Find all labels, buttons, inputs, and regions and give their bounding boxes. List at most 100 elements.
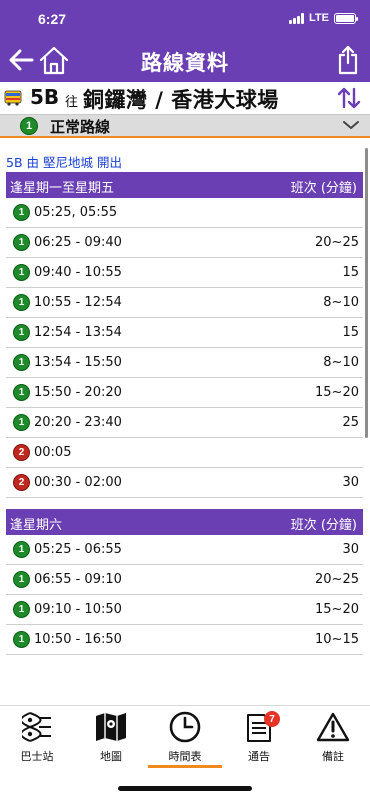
tab-bus-stops[interactable]: 巴士站 bbox=[0, 708, 74, 768]
row-frequency: 10~15 bbox=[315, 632, 359, 647]
section-header-weekdays: 逢星期一至星期五 班次 (分鐘) bbox=[6, 172, 363, 198]
variant-badge: 1 bbox=[13, 601, 30, 618]
timetable-row: 1 12:54 - 13:54 15 bbox=[6, 318, 363, 348]
timetable-row: 1 10:50 - 16:50 10~15 bbox=[6, 625, 363, 655]
warning-icon bbox=[315, 710, 351, 744]
row-frequency: 30 bbox=[342, 542, 359, 557]
section-days: 逢星期六 bbox=[10, 518, 63, 533]
share-button[interactable] bbox=[334, 43, 362, 77]
row-time: 10:50 - 16:50 bbox=[34, 632, 122, 647]
variant-badge: 2 bbox=[13, 474, 30, 491]
variant-badge: 1 bbox=[13, 541, 30, 558]
tab-remarks[interactable]: 備註 bbox=[296, 708, 370, 768]
row-time: 20:20 - 23:40 bbox=[34, 415, 122, 430]
row-time: 13:54 - 15:50 bbox=[34, 355, 122, 370]
scrollbar[interactable] bbox=[365, 148, 368, 438]
timetable-row: 1 09:40 - 10:55 15 bbox=[6, 258, 363, 288]
variant-badge: 1 bbox=[13, 204, 30, 221]
variant-badge: 2 bbox=[13, 444, 30, 461]
row-frequency: 25 bbox=[342, 415, 359, 430]
row-time: 00:30 - 02:00 bbox=[34, 475, 122, 490]
app-header: 路線資料 bbox=[0, 38, 370, 82]
section-freq-header: 班次 (分鐘) bbox=[290, 518, 357, 533]
tab-notices[interactable]: 7 通告 bbox=[222, 708, 296, 768]
variant-badge: 1 bbox=[13, 354, 30, 371]
row-frequency: 15~20 bbox=[315, 602, 359, 617]
timetable[interactable]: 5B 由 堅尼地城 開出 逢星期一至星期五 班次 (分鐘) 1 05:25, 05… bbox=[0, 140, 370, 705]
variant-badge: 1 bbox=[13, 264, 30, 281]
route-variant-selector[interactable]: 1 正常路線 bbox=[0, 114, 370, 138]
variant-badge: 1 bbox=[13, 414, 30, 431]
timetable-row: 1 15:50 - 20:20 15~20 bbox=[6, 378, 363, 408]
tab-map[interactable]: 地圖 bbox=[74, 708, 148, 768]
timetable-row: 1 06:55 - 09:10 20~25 bbox=[6, 565, 363, 595]
section-header-saturday: 逢星期六 班次 (分鐘) bbox=[6, 509, 363, 535]
clock-icon bbox=[167, 710, 203, 744]
variant-badge: 1 bbox=[13, 631, 30, 648]
page-title: 路線資料 bbox=[141, 51, 229, 75]
route-destination: 銅鑼灣 / 香港大球場 bbox=[83, 88, 279, 112]
timetable-row: 1 05:25 - 06:55 30 bbox=[6, 535, 363, 565]
row-time: 09:10 - 10:50 bbox=[34, 602, 122, 617]
route-number: 5B bbox=[30, 85, 60, 109]
share-icon bbox=[338, 45, 358, 75]
row-time: 10:55 - 12:54 bbox=[34, 295, 122, 310]
section-freq-header: 班次 (分鐘) bbox=[290, 181, 357, 196]
departure-label: 5B 由 堅尼地城 開出 bbox=[6, 155, 122, 170]
timetable-row: 1 05:25, 05:55 bbox=[6, 198, 363, 228]
timetable-row: 1 10:55 - 12:54 8~10 bbox=[6, 288, 363, 318]
row-frequency: 8~10 bbox=[323, 295, 359, 310]
tab-bar: 巴士站 地圖 時間表 7 通告 備註 bbox=[0, 705, 370, 768]
tab-label: 地圖 bbox=[100, 750, 122, 763]
home-indicator bbox=[0, 768, 370, 800]
tab-label: 備註 bbox=[322, 750, 344, 763]
variant-badge: 1 bbox=[20, 117, 38, 135]
status-bar: 6:27 LTE bbox=[0, 0, 370, 38]
row-time: 15:50 - 20:20 bbox=[34, 385, 122, 400]
variant-badge: 1 bbox=[13, 234, 30, 251]
row-time: 05:25, 05:55 bbox=[34, 205, 118, 220]
map-icon bbox=[93, 710, 129, 744]
timetable-row: 1 06:25 - 09:40 20~25 bbox=[6, 228, 363, 258]
row-time: 06:55 - 09:10 bbox=[34, 572, 122, 587]
status-time: 6:27 bbox=[38, 11, 67, 27]
timetable-row: 1 09:10 - 10:50 15~20 bbox=[6, 595, 363, 625]
signal-icon bbox=[289, 12, 305, 24]
bus-icon bbox=[4, 90, 22, 106]
timetable-row: 1 13:54 - 15:50 8~10 bbox=[6, 348, 363, 378]
row-time: 09:40 - 10:55 bbox=[34, 265, 122, 280]
variant-badge: 1 bbox=[13, 324, 30, 341]
row-frequency: 20~25 bbox=[315, 235, 359, 250]
swap-direction-button[interactable] bbox=[336, 85, 362, 111]
variant-label: 正常路線 bbox=[50, 118, 111, 136]
variant-badge: 1 bbox=[13, 571, 30, 588]
section-days: 逢星期一至星期五 bbox=[10, 181, 115, 196]
row-frequency: 15~20 bbox=[315, 385, 359, 400]
row-time: 12:54 - 13:54 bbox=[34, 325, 122, 340]
status-indicators: LTE bbox=[289, 12, 358, 24]
notification-badge: 7 bbox=[264, 711, 280, 727]
row-frequency: 8~10 bbox=[323, 355, 359, 370]
route-info: 5B 往 銅鑼灣 / 香港大球場 bbox=[0, 82, 370, 114]
tab-label: 巴士站 bbox=[20, 750, 54, 763]
battery-icon bbox=[334, 12, 358, 24]
timetable-row: 2 00:05 bbox=[6, 438, 363, 468]
chevron-down-icon bbox=[343, 121, 359, 129]
row-frequency: 15 bbox=[342, 265, 359, 280]
row-time: 06:25 - 09:40 bbox=[34, 235, 122, 250]
row-time: 05:25 - 06:55 bbox=[34, 542, 122, 557]
variant-badge: 1 bbox=[13, 294, 30, 311]
row-frequency: 15 bbox=[342, 325, 359, 340]
network-label: LTE bbox=[309, 12, 329, 24]
timetable-row: 2 00:30 - 02:00 30 bbox=[6, 468, 363, 498]
route-to-label: 往 bbox=[65, 95, 79, 110]
row-frequency: 20~25 bbox=[315, 572, 359, 587]
tab-label: 通告 bbox=[248, 750, 270, 763]
tab-label: 時間表 bbox=[168, 750, 202, 763]
row-frequency: 30 bbox=[342, 475, 359, 490]
variant-badge: 1 bbox=[13, 384, 30, 401]
bus-stops-icon bbox=[19, 710, 55, 744]
timetable-row: 1 20:20 - 23:40 25 bbox=[6, 408, 363, 438]
tab-timetable[interactable]: 時間表 bbox=[148, 708, 222, 768]
row-time: 00:05 bbox=[34, 445, 72, 460]
